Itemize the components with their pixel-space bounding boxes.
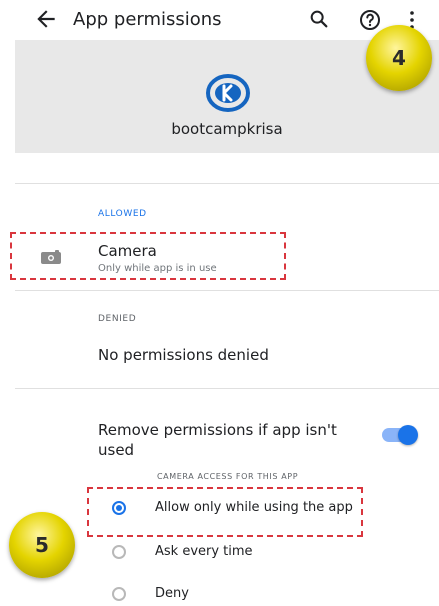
highlight-box-allow-option bbox=[87, 487, 363, 537]
divider bbox=[15, 388, 439, 389]
radio-deny[interactable] bbox=[112, 587, 126, 601]
highlight-box-camera bbox=[10, 232, 286, 280]
no-denied-text: No permissions denied bbox=[98, 346, 269, 364]
step-badge-4: 4 bbox=[366, 25, 432, 91]
page-title: App permissions bbox=[73, 9, 222, 30]
radio-ask-every-time[interactable] bbox=[112, 545, 126, 559]
toggle-knob[interactable] bbox=[398, 425, 418, 445]
search-icon[interactable] bbox=[308, 8, 330, 30]
allowed-section-label: ALLOWED bbox=[98, 209, 147, 219]
app-name: bootcampkrisa bbox=[171, 120, 283, 138]
step-badge-5: 5 bbox=[9, 512, 75, 578]
denied-section-label: DENIED bbox=[98, 314, 137, 324]
help-icon[interactable] bbox=[358, 8, 382, 32]
remove-permissions-label: Remove permissions if app isn't used bbox=[98, 421, 337, 459]
divider bbox=[15, 183, 439, 184]
back-arrow-icon[interactable] bbox=[33, 6, 59, 32]
app-logo-icon bbox=[206, 74, 250, 112]
camera-access-section-label: CAMERA ACCESS FOR THIS APP bbox=[157, 472, 299, 481]
option-label-deny[interactable]: Deny bbox=[155, 586, 189, 601]
option-label-ask-every-time[interactable]: Ask every time bbox=[155, 544, 253, 559]
divider bbox=[15, 290, 439, 291]
